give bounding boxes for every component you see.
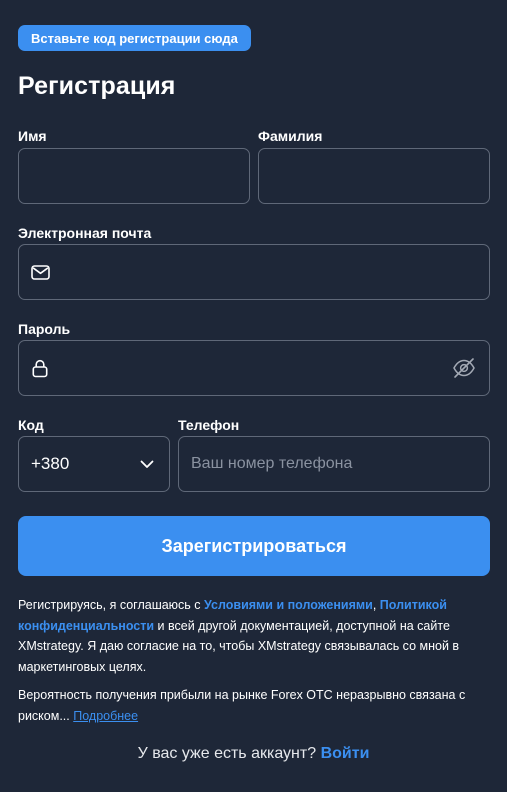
terms-separator: ,	[372, 598, 380, 612]
login-prompt: У вас уже есть аккаунт? Войти	[0, 745, 507, 763]
login-link[interactable]: Войти	[321, 745, 370, 762]
risk-warning-text: Вероятность получения прибыли на рынке F…	[18, 685, 490, 726]
phone-field[interactable]: Ваш номер телефона	[178, 436, 490, 492]
learn-more-link[interactable]: Подробнее	[73, 709, 138, 723]
last-name-label: Фамилия	[258, 128, 323, 144]
terms-link[interactable]: Условиями и положениями	[204, 598, 373, 612]
lock-icon	[30, 358, 50, 378]
login-question: У вас уже есть аккаунт?	[137, 745, 321, 762]
email-field[interactable]	[18, 244, 490, 300]
password-label: Пароль	[18, 321, 71, 337]
page-title: Регистрация	[18, 72, 176, 100]
registration-code-badge[interactable]: Вставьте код регистрации сюда	[18, 25, 251, 51]
last-name-field[interactable]	[258, 148, 490, 204]
terms-text-part1: Регистрируясь, я соглашаюсь с	[18, 598, 205, 612]
mail-icon	[30, 262, 50, 282]
code-label: Код	[18, 417, 44, 433]
country-code-select[interactable]: +380	[18, 436, 170, 492]
first-name-label: Имя	[18, 128, 47, 144]
terms-consent-text: Регистрируясь, я соглашаюсь с Условиями …	[18, 595, 490, 677]
email-label: Электронная почта	[18, 225, 152, 241]
eye-off-icon[interactable]	[452, 356, 476, 380]
phone-placeholder: Ваш номер телефона	[191, 455, 353, 472]
register-button[interactable]: Зарегистрироваться	[18, 516, 490, 576]
country-code-value: +380	[31, 454, 70, 473]
chevron-down-icon	[135, 452, 159, 476]
phone-label: Телефон	[178, 417, 240, 433]
password-field[interactable]	[18, 340, 490, 396]
first-name-field[interactable]	[18, 148, 250, 204]
